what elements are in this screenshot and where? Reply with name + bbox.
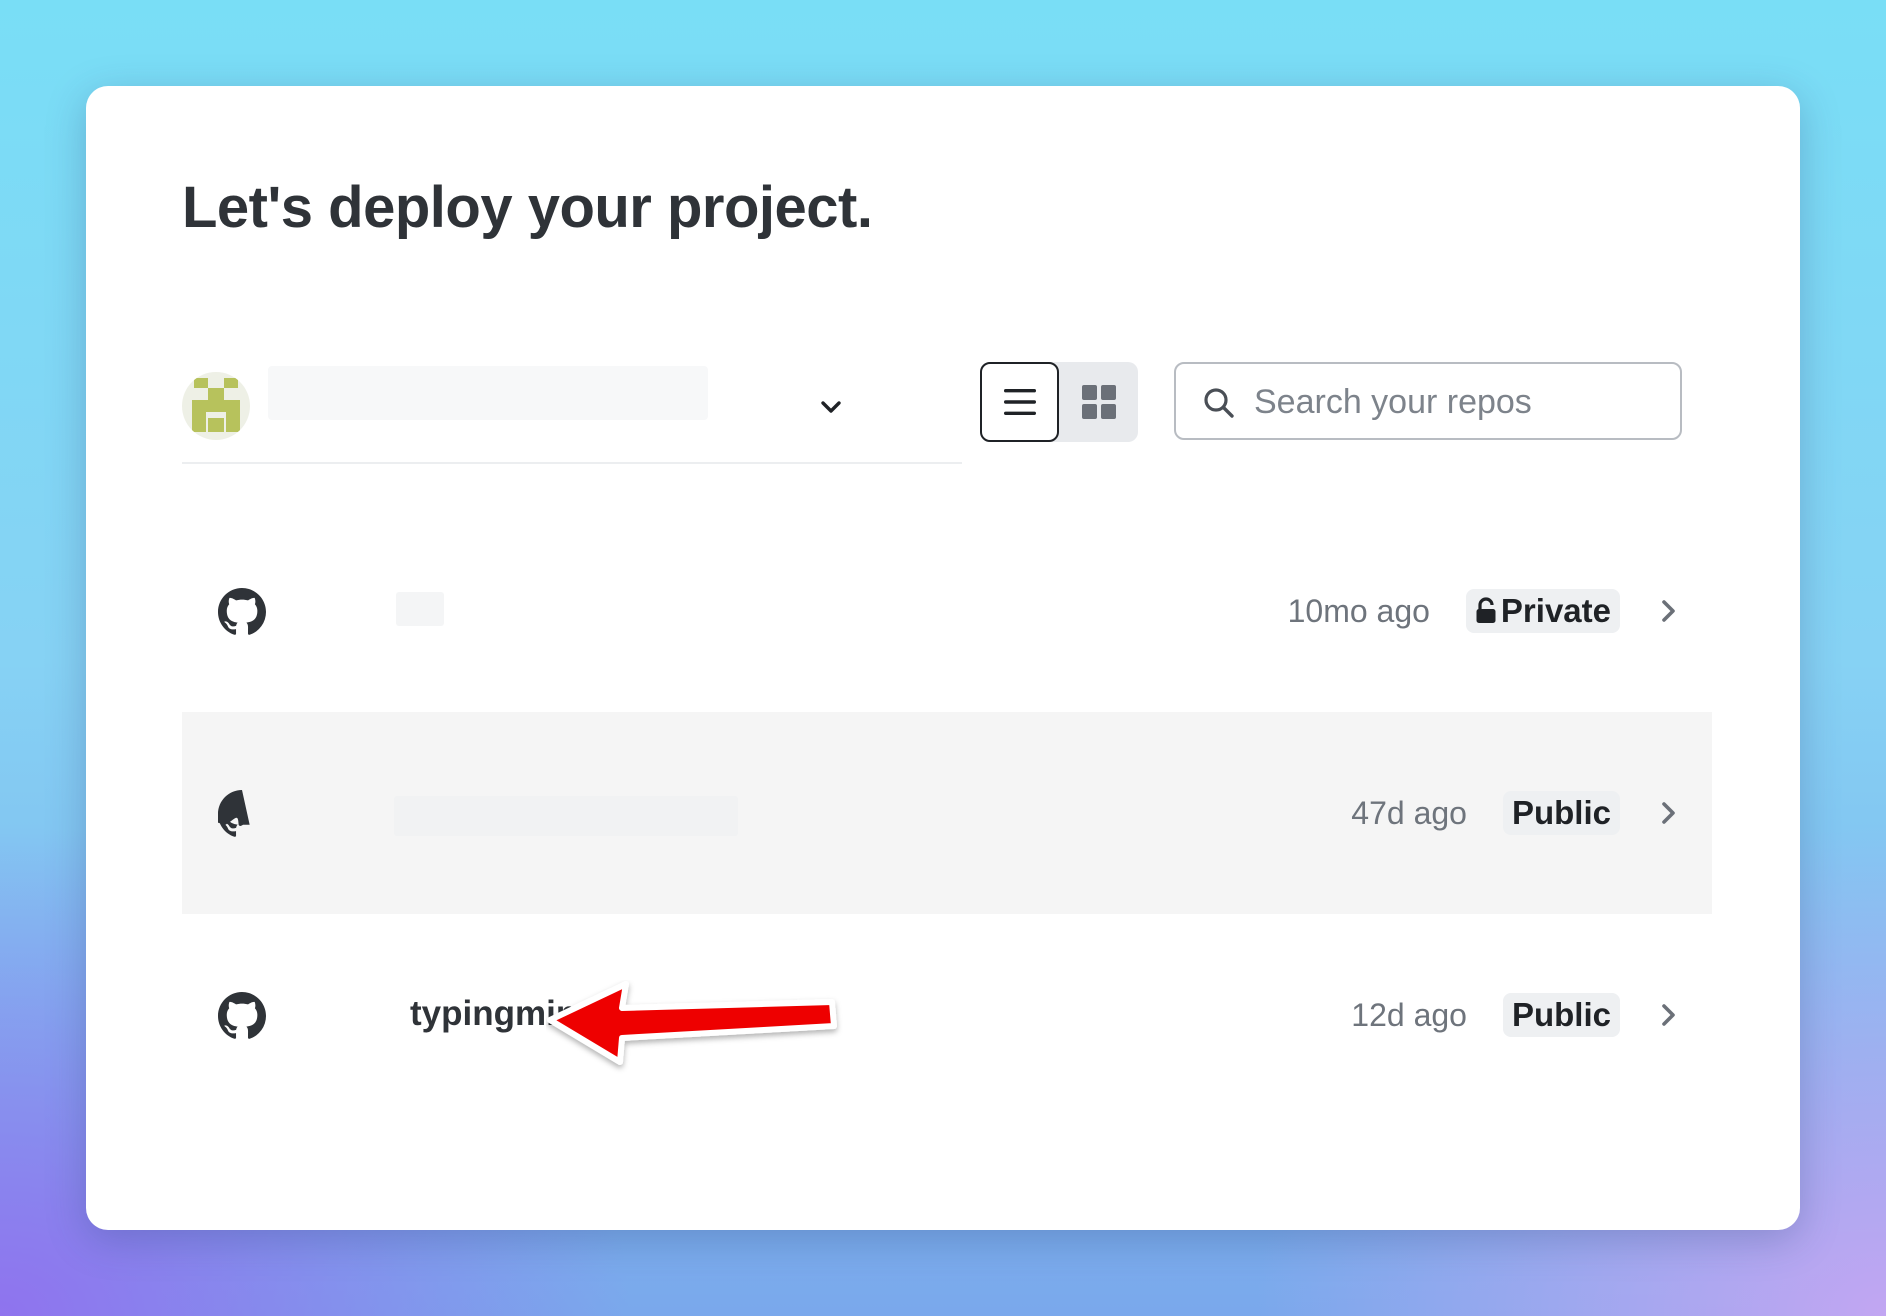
list-icon xyxy=(1003,389,1036,415)
repo-updated: 10mo ago xyxy=(1287,592,1430,629)
visibility-label: Private xyxy=(1500,592,1611,629)
visibility-badge: Public xyxy=(1502,993,1620,1037)
repo-updated: 47d ago xyxy=(1351,794,1467,831)
chevron-right-icon xyxy=(1662,802,1675,824)
github-icon xyxy=(218,992,266,1039)
repo-name xyxy=(396,592,444,626)
avatar xyxy=(182,372,250,440)
repo-row[interactable]: typingmind 12d ago Public xyxy=(182,914,1712,1116)
repo-updated: 12d ago xyxy=(1351,996,1467,1033)
annotation-arrow xyxy=(547,981,837,1065)
repo-name xyxy=(394,796,738,836)
visibility-label: Public xyxy=(1511,996,1611,1033)
search-input[interactable] xyxy=(1252,364,1666,440)
account-name xyxy=(268,366,708,420)
list-view-button[interactable] xyxy=(980,362,1059,442)
grid-view-button[interactable] xyxy=(1059,362,1138,442)
lock-icon xyxy=(1476,597,1496,623)
repo-row[interactable]: 47d ago Public xyxy=(182,712,1712,914)
visibility-badge: Public xyxy=(1502,791,1620,835)
search-box xyxy=(1174,362,1682,440)
github-icon xyxy=(218,790,250,837)
deploy-card: Let's deploy your project. Search your r… xyxy=(86,86,1800,1230)
visibility-badge: Private xyxy=(1465,589,1620,633)
repo-meta: 47d ago Public xyxy=(1351,712,1682,914)
search-icon xyxy=(1204,388,1234,418)
grid-icon xyxy=(1081,385,1116,419)
repo-row[interactable]: 10mo ago Private xyxy=(182,510,1712,712)
github-icon xyxy=(218,588,266,635)
chevron-down-icon[interactable] xyxy=(818,394,844,420)
repo-meta: 12d ago Public xyxy=(1351,914,1682,1116)
view-toggle xyxy=(980,362,1138,442)
page-title: Let's deploy your project. xyxy=(182,175,873,240)
visibility-label: Public xyxy=(1511,794,1611,831)
repo-meta: 10mo ago Private xyxy=(1288,510,1682,712)
account-selector[interactable] xyxy=(182,366,962,464)
chevron-right-icon xyxy=(1662,600,1675,622)
chevron-right-icon xyxy=(1662,1004,1675,1026)
